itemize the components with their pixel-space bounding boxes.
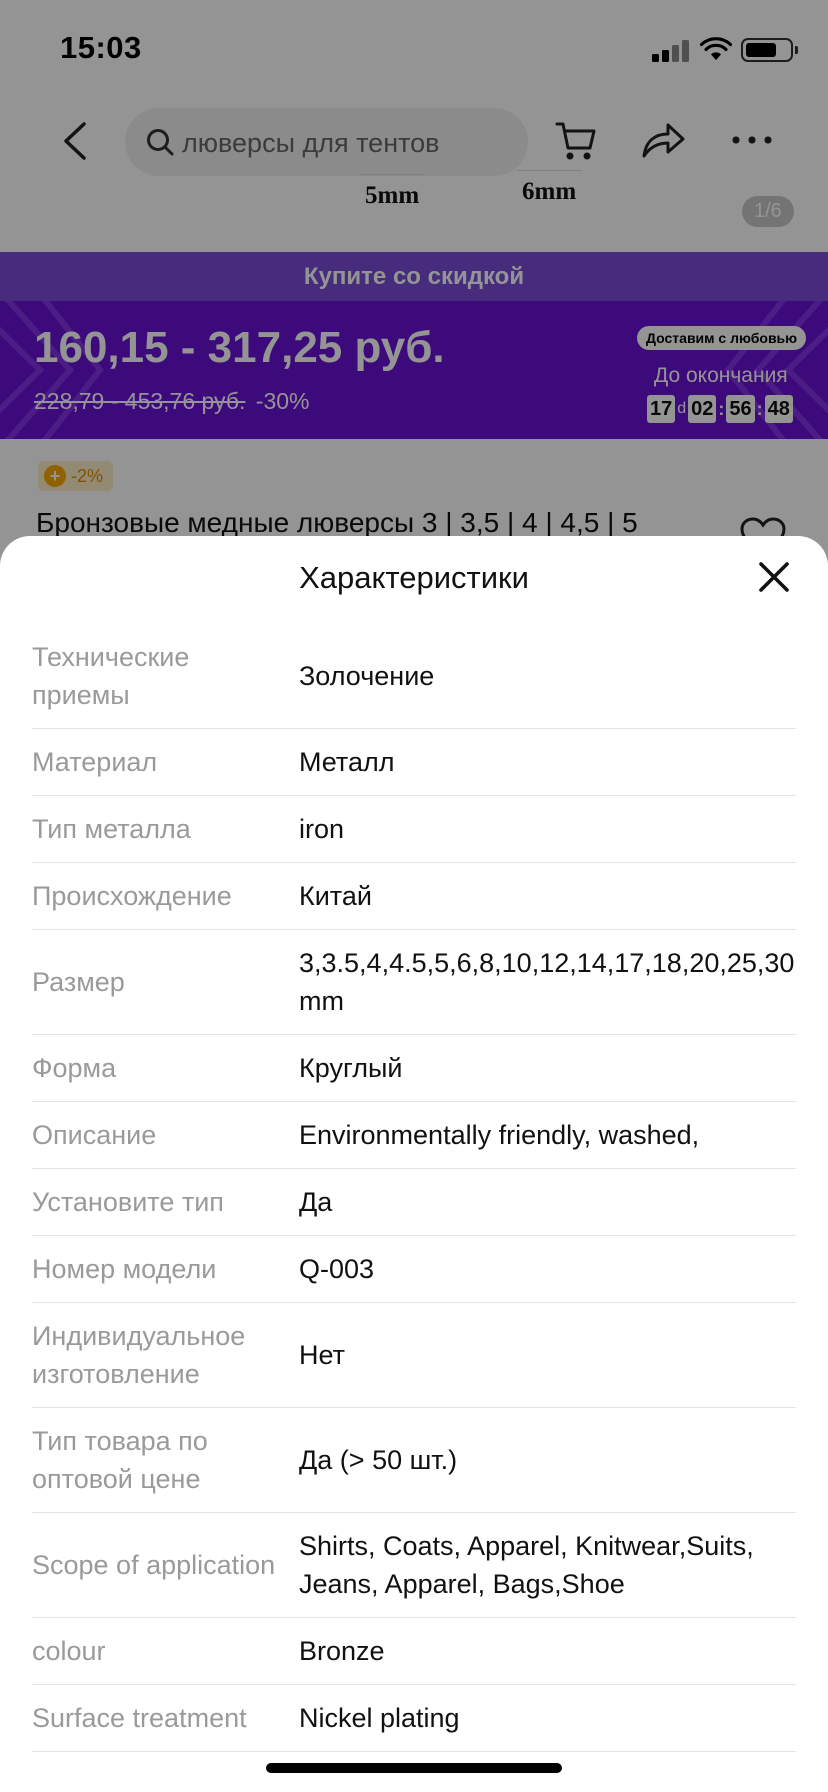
specs-table: Технические приемы Золочение Материал Ме… [32,624,796,1752]
spec-row: Описание Environmentally friendly, washe… [32,1102,796,1169]
spec-key: Форма [32,1053,117,1083]
spec-key: Технические приемы [32,642,190,710]
spec-key: Scope of application [32,1550,276,1580]
spec-row: Материал Металл [32,729,796,796]
spec-row: Размер 3,3.5,4,4.5,5,6,8,10,12,14,17,18,… [32,930,796,1035]
spec-value: Нет [299,1340,345,1370]
spec-row: Тип товара по оптовой цене Да (> 50 шт.) [32,1408,796,1513]
spec-key: Тип товара по оптовой цене [32,1426,208,1494]
spec-value: Да (> 50 шт.) [299,1445,458,1475]
spec-key: Номер модели [32,1254,217,1284]
spec-row: Установите тип Да [32,1169,796,1236]
spec-row: Происхождение Китай [32,863,796,930]
spec-value: Q-003 [299,1254,375,1284]
close-icon[interactable] [756,559,792,595]
spec-row: Форма Круглый [32,1035,796,1102]
spec-row: Индивидуальное изготовление Нет [32,1303,796,1408]
spec-value: Золочение [299,661,435,691]
home-indicator[interactable] [266,1763,562,1773]
spec-row: Surface treatment Nickel plating [32,1685,796,1752]
spec-value: Shirts, Coats, Apparel, Knitwear,Suits, … [299,1531,754,1599]
spec-row: Технические приемы Золочение [32,624,796,729]
spec-value: Да [299,1187,333,1217]
spec-value: 3,3.5,4,4.5,5,6,8,10,12,14,17,18,20,25,3… [299,948,795,1016]
spec-value: Круглый [299,1053,403,1083]
spec-row: colour Bronze [32,1618,796,1685]
spec-key: Установите тип [32,1187,224,1217]
spec-key: colour [32,1636,106,1666]
spec-key: Surface treatment [32,1703,247,1733]
spec-value: Китай [299,881,372,911]
spec-key: Описание [32,1120,157,1150]
spec-value: Environmentally friendly, washed, [299,1120,700,1150]
spec-row: Номер модели Q-003 [32,1236,796,1303]
spec-value: iron [299,814,345,844]
spec-key: Размер [32,967,125,997]
spec-value: Bronze [299,1636,385,1666]
spec-key: Индивидуальное изготовление [32,1321,246,1389]
spec-key: Происхождение [32,881,232,911]
spec-row: Scope of application Shirts, Coats, Appa… [32,1513,796,1618]
spec-row: Тип металла iron [32,796,796,863]
specs-sheet: Характеристики Технические приемы Золоче… [0,536,828,1792]
spec-key: Материал [32,747,158,777]
spec-value: Nickel plating [299,1703,460,1733]
spec-value: Металл [299,747,395,777]
spec-key: Тип металла [32,814,191,844]
sheet-title: Характеристики [299,560,529,595]
